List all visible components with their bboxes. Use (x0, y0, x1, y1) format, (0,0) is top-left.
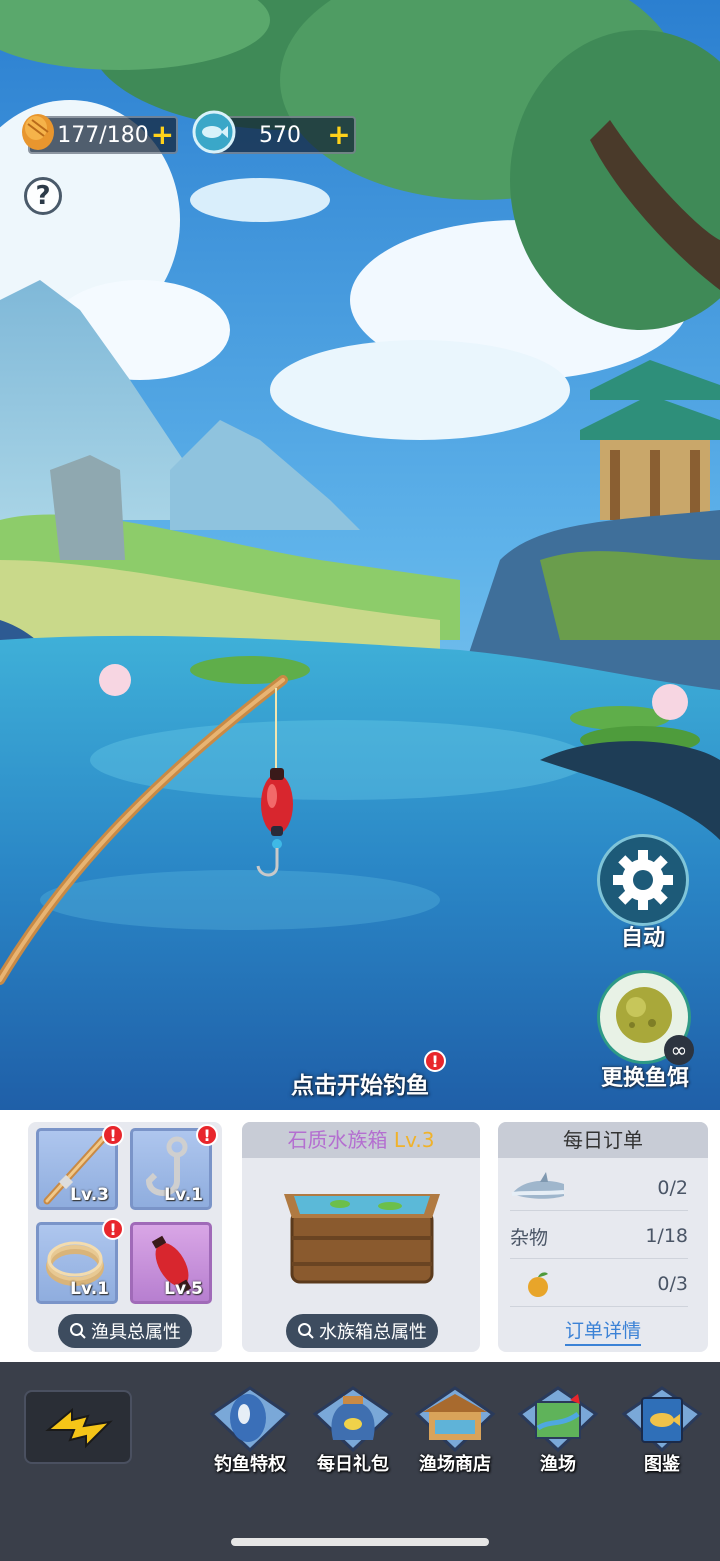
aquarium-attributes-button[interactable]: 水族箱总属性 (286, 1314, 438, 1348)
magnifier-icon (298, 1323, 314, 1339)
order-row[interactable]: 0/2 (510, 1166, 688, 1211)
nav-encyclopedia[interactable]: 图鉴 (612, 1384, 712, 1476)
nav-label: 钓鱼特权 (214, 1454, 286, 1475)
fish-coin-icon (192, 110, 236, 154)
change-bait-button[interactable]: ∞ (597, 970, 694, 1065)
nav-daily-gift[interactable]: 每日礼包 (303, 1384, 403, 1476)
add-stamina-button[interactable]: + (149, 120, 176, 150)
nav-label: 渔场 (540, 1454, 576, 1475)
nav-label: 图鉴 (644, 1454, 680, 1475)
aquarium-attributes-label: 水族箱总属性 (319, 1322, 427, 1343)
home-indicator[interactable] (231, 1538, 489, 1546)
add-coins-button[interactable]: + (324, 120, 354, 150)
aquarium-title: 石质水族箱 (287, 1128, 388, 1152)
auto-label: 自动 (620, 926, 665, 951)
fruit-icon (528, 1272, 548, 1297)
aquarium-level: Lv.3 (393, 1128, 435, 1152)
coin-value: 570 (259, 122, 301, 148)
gear-slot-float[interactable]: Lv.5 (130, 1222, 212, 1304)
stamina-value: 177/180 (57, 122, 149, 148)
aquarium-title-bar: 石质水族箱 Lv.3 (242, 1122, 480, 1158)
daily-orders-card: 每日订单 0/2 杂物 1/18 0/3 订单详情 (498, 1122, 708, 1352)
daily-orders-title: 每日订单 (498, 1122, 708, 1158)
line-level: Lv.1 (70, 1279, 109, 1299)
order-count: 1/18 (645, 1225, 688, 1247)
map-icon (517, 1386, 599, 1453)
gift-bag-icon (312, 1386, 394, 1453)
order-row[interactable]: 0/3 (510, 1262, 688, 1307)
nav-fishery-shop[interactable]: 渔场商店 (405, 1384, 505, 1476)
aquarium-card[interactable]: 石质水族箱 Lv.3 水族箱总属性 (242, 1122, 480, 1352)
nav-label: 每日礼包 (317, 1454, 389, 1475)
bobber-icon (256, 768, 293, 877)
gear-attributes-label: 渔具总属性 (91, 1322, 181, 1343)
gear-icon (613, 850, 673, 910)
shop-icon (414, 1386, 496, 1453)
order-item-label: 杂物 (510, 1226, 549, 1249)
start-fishing-hint[interactable]: 点击开始钓鱼 (240, 1066, 480, 1100)
hook-level: Lv.1 (164, 1185, 203, 1205)
dolphin-icon (511, 1172, 565, 1199)
nav-fishery[interactable]: 渔场 (508, 1384, 608, 1476)
order-row[interactable]: 杂物 1/18 (510, 1214, 688, 1259)
gear-attributes-button[interactable]: 渔具总属性 (58, 1314, 192, 1348)
help-button[interactable]: ? (24, 177, 62, 215)
hook-alert-icon: ! (196, 1124, 218, 1146)
bread-icon (22, 114, 54, 150)
order-count: 0/2 (657, 1177, 688, 1199)
rod-alert-icon: ! (102, 1124, 124, 1146)
start-alert-icon: ! (424, 1050, 446, 1072)
order-details-label: 订单详情 (564, 1320, 641, 1346)
order-count: 0/3 (657, 1273, 688, 1295)
gear-card: Lv.3 Lv.1 Lv.1 Lv.5 渔具总属性 (28, 1122, 222, 1352)
change-bait-label: 更换鱼饵 (600, 1066, 689, 1091)
rod-level: Lv.3 (70, 1185, 109, 1205)
float-level: Lv.5 (164, 1279, 203, 1299)
order-details-link[interactable]: 订单详情 (498, 1316, 708, 1346)
wooden-aquarium-icon (284, 1194, 440, 1284)
lightning-arrow-icon (45, 1407, 113, 1449)
fish-privilege-icon (209, 1386, 291, 1453)
line-alert-icon: ! (102, 1218, 124, 1240)
auto-button[interactable] (597, 834, 689, 926)
magnifier-icon (70, 1323, 86, 1339)
nav-fishing-privilege[interactable]: 钓鱼特权 (200, 1384, 300, 1476)
book-icon (621, 1386, 703, 1453)
back-button[interactable] (24, 1390, 132, 1464)
nav-label: 渔场商店 (419, 1454, 491, 1475)
